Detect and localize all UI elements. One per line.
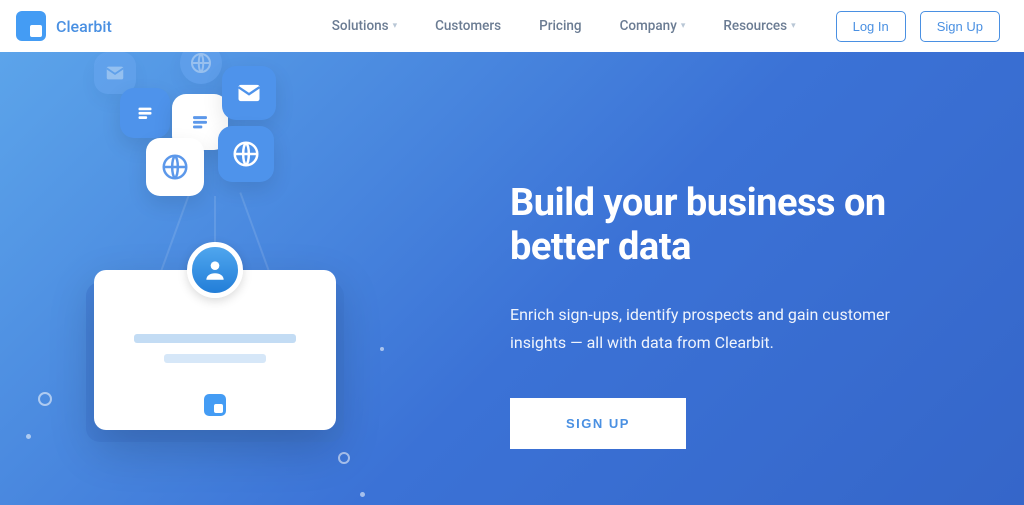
nav-label: Solutions bbox=[332, 18, 389, 34]
nav-pricing[interactable]: Pricing bbox=[539, 18, 581, 34]
profile-card bbox=[94, 270, 336, 430]
placeholder-line bbox=[164, 354, 266, 363]
nav-actions: Log In Sign Up bbox=[836, 11, 1000, 42]
nav-resources[interactable]: Resources ▾ bbox=[723, 18, 795, 34]
hero: Build your business on better data Enric… bbox=[0, 52, 1024, 505]
hero-illustration bbox=[70, 52, 390, 505]
nav-label: Pricing bbox=[539, 18, 581, 34]
login-button[interactable]: Log In bbox=[836, 11, 906, 42]
globe-icon bbox=[146, 138, 204, 196]
connector-line bbox=[239, 192, 270, 273]
mail-icon bbox=[222, 66, 276, 120]
nav-company[interactable]: Company ▾ bbox=[620, 18, 686, 34]
avatar-icon bbox=[187, 242, 243, 298]
brand-name: Clearbit bbox=[56, 17, 112, 36]
hero-subhead: Enrich sign-ups, identify prospects and … bbox=[510, 301, 930, 355]
hero-signup-button[interactable]: SIGN UP bbox=[510, 398, 686, 449]
chevron-down-icon: ▾ bbox=[681, 21, 686, 31]
decoration-dot bbox=[38, 392, 52, 406]
placeholder-line bbox=[134, 334, 296, 343]
clearbit-logo-icon bbox=[16, 11, 46, 41]
brand[interactable]: Clearbit bbox=[16, 11, 112, 41]
nav-label: Resources bbox=[723, 18, 787, 34]
connector-line bbox=[159, 192, 190, 273]
hero-headline: Build your business on better data bbox=[510, 182, 960, 269]
nav-label: Customers bbox=[435, 18, 501, 34]
nav-solutions[interactable]: Solutions ▾ bbox=[332, 18, 397, 34]
nav-label: Company bbox=[620, 18, 677, 34]
decoration-dot bbox=[26, 434, 31, 439]
signup-button[interactable]: Sign Up bbox=[920, 11, 1000, 42]
hero-copy: Build your business on better data Enric… bbox=[510, 182, 960, 449]
chevron-down-icon: ▾ bbox=[393, 21, 398, 31]
document-icon bbox=[120, 88, 170, 138]
globe-icon bbox=[218, 126, 274, 182]
nav-customers[interactable]: Customers bbox=[435, 18, 501, 34]
chevron-down-icon: ▾ bbox=[791, 21, 796, 31]
nav-links: Solutions ▾ Customers Pricing Company ▾ … bbox=[332, 18, 796, 34]
clearbit-logo-icon bbox=[204, 394, 226, 416]
top-nav: Clearbit Solutions ▾ Customers Pricing C… bbox=[0, 0, 1024, 52]
globe-icon bbox=[180, 52, 222, 84]
